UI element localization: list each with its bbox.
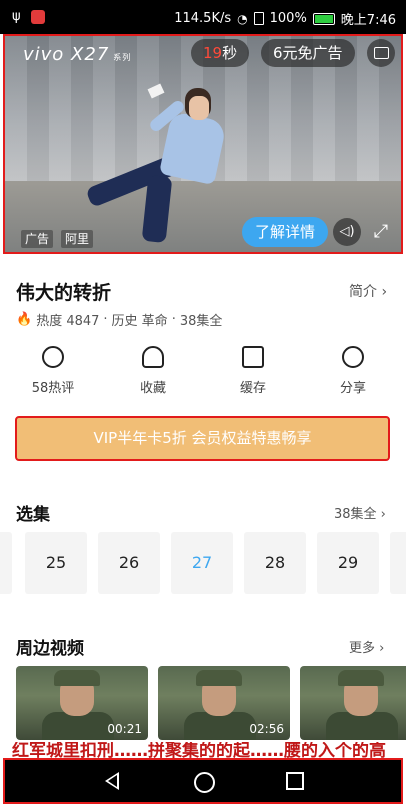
skip-ad-button[interactable]: 6元免广告 [261, 39, 355, 67]
episode-item[interactable]: 28 [244, 532, 306, 594]
recents-icon[interactable] [286, 772, 304, 790]
sim-icon [253, 12, 264, 25]
related-section-title: 周边视频 [16, 639, 84, 659]
app-notification-icon [30, 9, 45, 24]
show-title: 伟大的转折 [16, 282, 112, 304]
flame-icon: 🔥 [16, 312, 33, 327]
heat-value: 热度 4847 [36, 314, 100, 329]
ad-source-tag: 阿里 [61, 230, 94, 248]
learn-more-button[interactable]: 了解详情 [242, 217, 328, 247]
favorite-label: 收藏 [139, 381, 166, 396]
more-related-link[interactable]: 更多 › [349, 637, 384, 656]
system-nav-bar [3, 758, 403, 804]
video-figure-face [189, 96, 209, 120]
all-episodes-link[interactable]: 38集全 › [334, 503, 386, 522]
vip-promo-banner[interactable]: VIP半年卡5折 会员权益特惠畅享 [15, 416, 390, 461]
episode-item-selected[interactable]: 27 [171, 532, 233, 594]
tv-cast-icon[interactable] [367, 39, 395, 67]
ad-tag: 广告 [21, 230, 54, 248]
episode-count: 38集全 [179, 314, 223, 329]
usb-icon: ψ [12, 9, 21, 24]
wifi-icon: ◔ [237, 11, 248, 26]
volume-icon[interactable]: ◁) [333, 218, 361, 246]
related-video-thumbnail[interactable]: 01 [300, 666, 406, 740]
related-video-thumbnail[interactable]: 00:21 [16, 666, 148, 740]
related-video-list: 00:21 02:56 01 [0, 666, 406, 740]
meta-dot: · [103, 312, 108, 327]
comment-icon [42, 346, 64, 368]
download-label: 缓存 [239, 381, 266, 396]
share-label: 分享 [339, 381, 366, 396]
favorite-button[interactable]: 收藏 [113, 346, 193, 396]
comments-button[interactable]: 58热评 [13, 346, 93, 396]
home-icon[interactable] [194, 772, 215, 793]
related-video-thumbnail[interactable]: 02:56 [158, 666, 290, 740]
video-duration: 00:21 [107, 722, 142, 736]
episode-item[interactable] [0, 532, 12, 594]
back-icon[interactable] [105, 772, 119, 790]
download-button[interactable]: 缓存 [213, 346, 293, 396]
episode-list: 25 26 27 28 29 [0, 532, 406, 594]
comments-label: 58热评 [31, 381, 75, 396]
net-speed: 114.5K/s [174, 11, 232, 26]
brand-logo: vivo X27 系列 [23, 44, 132, 65]
share-icon [342, 346, 364, 368]
show-meta: 🔥 热度 4847 · 历史 革命 · 38集全 [16, 310, 222, 329]
video-player[interactable]: vivo X27 系列 19秒 6元免广告 广告 阿里 了解详情 ◁) ⤢ [3, 34, 403, 254]
episode-item[interactable] [390, 532, 406, 594]
status-bar: ψ 114.5K/s ◔ 100% 晚上7:46 [0, 0, 406, 34]
episode-item[interactable]: 26 [98, 532, 160, 594]
battery-percent: 100% [269, 11, 307, 26]
genres: 历史 革命 [111, 314, 168, 329]
video-duration: 02:56 [249, 722, 284, 736]
share-button[interactable]: 分享 [313, 346, 393, 396]
download-icon [242, 346, 264, 368]
battery-icon [312, 12, 335, 25]
episode-item[interactable]: 29 [317, 532, 379, 594]
intro-link[interactable]: 简介 › [349, 281, 387, 301]
episodes-section-title: 选集 [16, 505, 50, 525]
favorite-icon [142, 346, 164, 368]
fullscreen-icon[interactable]: ⤢ [369, 220, 393, 244]
action-bar: 58热评 收藏 缓存 分享 [0, 346, 406, 402]
clock: 晚上7:46 [340, 13, 396, 28]
episode-item[interactable]: 25 [25, 532, 87, 594]
ad-countdown: 19秒 [191, 39, 250, 67]
meta-dot: · [171, 312, 176, 327]
